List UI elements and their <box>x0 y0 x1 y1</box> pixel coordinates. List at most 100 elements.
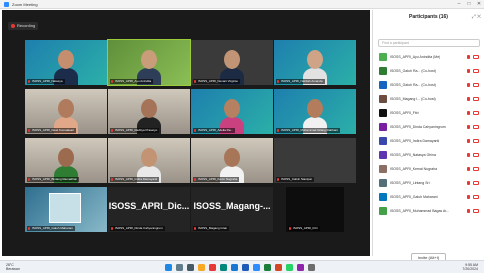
video-tile[interactable]: ISOSS_Magang-... ISOSS_Magang Intan <box>191 187 273 232</box>
edge-icon[interactable] <box>220 264 227 271</box>
windows-start-icon[interactable] <box>165 264 172 271</box>
participant-name: ISOSS_APRI_Ayu Anindita (Me) <box>390 55 441 59</box>
muted-mic-icon[interactable] <box>467 195 470 199</box>
participant-row[interactable]: ISOSS_Galuh Ra... (Co-host) <box>378 64 482 78</box>
video-tile[interactable]: ISOSS_APRI_Devani Virginia <box>191 40 273 85</box>
muted-mic-icon[interactable] <box>467 83 470 87</box>
avatar <box>379 137 387 145</box>
camera-off-icon[interactable] <box>473 181 479 185</box>
muted-mic-icon[interactable] <box>467 111 470 115</box>
avatar <box>379 123 387 131</box>
tile-name-label: ISOSS_APRI_Kevin Nugraha <box>193 177 240 182</box>
participant-search-input[interactable]: Find a participant <box>378 39 480 47</box>
chrome-icon[interactable] <box>209 264 216 271</box>
video-tile[interactable]: ISOSS_APRI_Natasya <box>25 40 107 85</box>
close-button[interactable]: ✕ <box>474 1 484 8</box>
camera-off-icon[interactable] <box>473 195 479 199</box>
participant-name: ISOSS_APRI_Lintang Sri <box>390 181 430 185</box>
tile-name-text: ISOSS_APRI_Raditya Prasetyo <box>115 128 158 132</box>
maximize-button[interactable]: □ <box>464 1 474 8</box>
settings-icon[interactable] <box>308 264 315 271</box>
weather-label: Berawan <box>6 267 20 271</box>
muted-mic-icon[interactable] <box>467 69 470 73</box>
participant-name: ISOSS_Galuh Ra... (Co-host) <box>390 83 436 87</box>
tile-name-text: ISOSS_Magang Intan <box>198 226 228 230</box>
tile-name-label: ISOSS_APRI_Galuh Maharani <box>27 226 75 231</box>
camera-off-icon[interactable] <box>473 55 479 59</box>
camera-off-icon[interactable] <box>473 69 479 73</box>
video-tile[interactable]: ISOSS_Calvin Sianipar <box>274 138 356 183</box>
video-tile[interactable]: ISOSS_APRI_Nabilah Amanda <box>274 40 356 85</box>
participant-row[interactable]: ISOSS_APRI_Muhammad Bagas Ar... <box>378 204 482 218</box>
muted-mic-icon[interactable] <box>467 181 470 185</box>
camera-off-icon[interactable] <box>473 97 479 101</box>
video-tile[interactable]: ISOSS_APRI_Indira Damayanti <box>108 138 190 183</box>
video-tile[interactable]: ISOSS_APRI_Bintang Ramadhan <box>25 138 107 183</box>
participant-row[interactable]: ISOSS_APRI_Ayu Anindita (Me) <box>378 50 482 64</box>
video-tile[interactable]: ISOSS_APRI_Ayu Anindita <box>107 39 191 86</box>
video-tile[interactable]: ISOSS_APRI_Kevin Nugraha <box>191 138 273 183</box>
shared-image <box>49 193 81 223</box>
avatar <box>379 207 387 215</box>
avatar <box>379 151 387 159</box>
participant-name: ISOSS_APRI_Indira Damayanti <box>390 139 440 143</box>
recording-dot-icon <box>11 24 15 28</box>
system-tray-clock[interactable]: 9:55 AM 7/20/2024 <box>462 263 478 271</box>
muted-mic-icon[interactable] <box>467 209 470 213</box>
search-icon[interactable] <box>176 264 183 271</box>
avatar <box>379 179 387 187</box>
muted-mic-icon <box>111 178 113 181</box>
camera-off-icon[interactable] <box>473 209 479 213</box>
participant-row[interactable]: ISOSS_APRI_Natasya Ghina <box>378 148 482 162</box>
excel-icon[interactable] <box>264 264 271 271</box>
muted-mic-icon[interactable] <box>467 97 470 101</box>
muted-mic-icon <box>28 80 30 83</box>
camera-off-icon[interactable] <box>473 83 479 87</box>
video-tile[interactable]: ISOSS_APRI_Dic... ISOSS_APRI_Dinda Cahyan… <box>108 187 190 232</box>
file-explorer-icon[interactable] <box>198 264 205 271</box>
avatar <box>379 81 387 89</box>
participant-row[interactable]: ISOSS_APRI_Fitri <box>378 106 482 120</box>
video-tile[interactable]: ISOSS_APRI_Fitri <box>286 187 344 232</box>
muted-mic-icon[interactable] <box>467 125 470 129</box>
muted-mic-icon <box>28 227 30 230</box>
photos-icon[interactable] <box>297 264 304 271</box>
participant-row[interactable]: ISOSS_Galuh Ra... (Co-host) <box>378 78 482 92</box>
participant-row[interactable]: ISOSS_APRI_Indira Damayanti <box>378 134 482 148</box>
tile-name-text: ISOSS_APRI_Dinda Cahyaningrum <box>115 226 163 230</box>
powerpoint-icon[interactable] <box>275 264 282 271</box>
participant-name: ISOSS_Galuh Ra... (Co-host) <box>390 69 436 73</box>
camera-off-icon[interactable] <box>473 111 479 115</box>
video-tile[interactable]: ISOSS_APRI_Adelia Ra... <box>191 89 273 134</box>
camera-off-icon[interactable] <box>473 153 479 157</box>
participant-row[interactable]: ISOSS_APRI_Dinda Cahyaningrum <box>378 120 482 134</box>
muted-mic-icon <box>28 178 30 181</box>
video-tile[interactable]: ISOSS_APRI_Galuh Maharani <box>25 187 107 232</box>
participant-row[interactable]: ISOSS_Magang I... (Co-host) <box>378 92 482 106</box>
participant-row[interactable]: ISOSS_APRI_Kemal Nugraha <box>378 162 482 176</box>
video-tile[interactable]: ISOSS_APRI_Muhammad Gilang Rabbani <box>274 89 356 134</box>
camera-off-icon[interactable] <box>473 125 479 129</box>
muted-mic-icon[interactable] <box>467 167 470 171</box>
camera-off-icon[interactable] <box>473 167 479 171</box>
minimize-button[interactable]: – <box>454 1 464 8</box>
muted-mic-icon[interactable] <box>467 139 470 143</box>
panel-window-buttons[interactable]: ⤢ ✕ <box>472 14 481 20</box>
tile-name-label: ISOSS_APRI_Bintang Ramadhan <box>27 177 80 182</box>
participant-list: ISOSS_APRI_Ayu Anindita (Me) ISOSS_Galuh … <box>378 50 482 218</box>
tile-name-label: ISOSS_APRI_Adelia Ra... <box>193 128 236 133</box>
participant-row[interactable]: ISOSS_APRI_Galuh Maharani <box>378 190 482 204</box>
camera-off-icon[interactable] <box>473 139 479 143</box>
muted-mic-icon[interactable] <box>467 55 470 59</box>
participant-row[interactable]: ISOSS_APRI_Lintang Sri <box>378 176 482 190</box>
video-tile[interactable]: ISOSS_APRI_Dewi Komalasari <box>25 89 107 134</box>
muted-mic-icon[interactable] <box>467 153 470 157</box>
zoom-icon[interactable] <box>253 264 260 271</box>
avatar <box>379 165 387 173</box>
video-tile[interactable]: ISOSS_APRI_Raditya Prasetyo <box>108 89 190 134</box>
whatsapp-icon[interactable] <box>286 264 293 271</box>
word-icon[interactable] <box>242 264 249 271</box>
store-icon[interactable] <box>231 264 238 271</box>
weather-widget[interactable]: 28°C Berawan <box>6 263 20 271</box>
task-view-icon[interactable] <box>187 264 194 271</box>
